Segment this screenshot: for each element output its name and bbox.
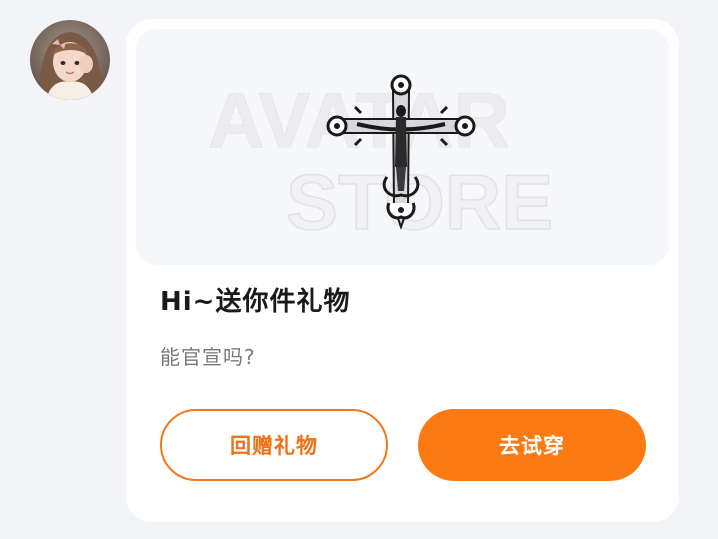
chat-stage: AVATAR STORE (0, 0, 718, 539)
try-on-button[interactable]: 去试穿 (418, 409, 646, 481)
try-on-label: 去试穿 (499, 434, 565, 458)
user-avatar-icon (30, 20, 110, 100)
gift-message-card[interactable]: AVATAR STORE (126, 19, 679, 522)
avatar[interactable] (30, 20, 110, 100)
banner-artwork: AVATAR STORE (208, 74, 554, 247)
return-gift-label: 回赠礼物 (230, 434, 318, 458)
gift-message: 能官宣吗? (160, 345, 256, 369)
return-gift-button[interactable]: 回赠礼物 (160, 409, 388, 481)
gift-title: Hi~送你件礼物 (160, 287, 351, 317)
watermark-line2: STORE (286, 158, 553, 246)
gift-banner: AVATAR STORE (136, 29, 669, 265)
